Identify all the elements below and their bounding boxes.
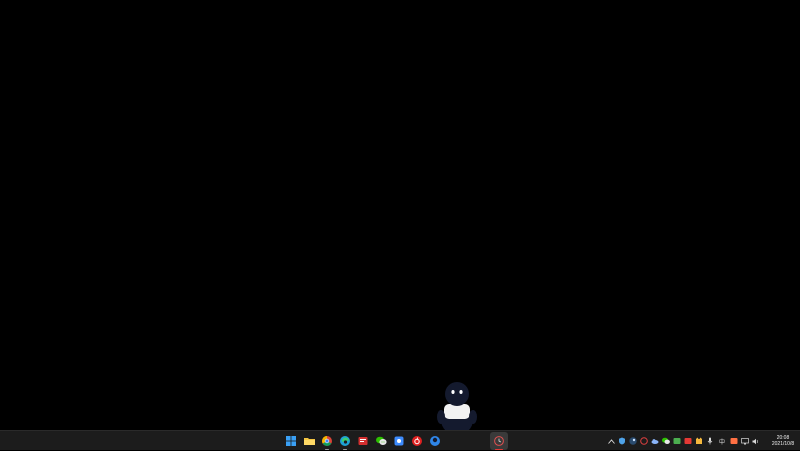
wechat-icon (375, 436, 387, 445)
system-tray: 中 20:08 2021/10/8 (607, 431, 800, 451)
netease-music-icon (412, 436, 422, 446)
file-explorer-button[interactable] (300, 432, 318, 450)
show-hidden-icons-chevron-up-icon[interactable] (607, 437, 616, 446)
tray-red-app-icon[interactable] (684, 437, 693, 446)
network-icon[interactable] (740, 437, 749, 446)
volume-icon[interactable] (751, 437, 760, 446)
start-button[interactable] (282, 432, 300, 450)
chrome-button[interactable] (318, 432, 336, 450)
folder-icon (303, 438, 315, 445)
clock[interactable]: 20:08 2021/10/8 (766, 435, 800, 447)
desktop[interactable] (0, 0, 800, 430)
tray-cloud-icon[interactable] (651, 437, 660, 446)
red-app-button[interactable] (354, 432, 372, 450)
tray-shield-icon[interactable] (618, 437, 627, 446)
input-method-indicator[interactable]: 中 (719, 437, 725, 446)
mascot-icon (430, 436, 440, 446)
clock-app-button[interactable] (490, 432, 508, 450)
blue-app-button[interactable] (390, 432, 408, 450)
tray-steam-icon[interactable] (629, 437, 638, 446)
wechat-button[interactable] (372, 432, 390, 450)
microphone-icon[interactable] (706, 437, 715, 446)
red-app-icon (358, 437, 368, 445)
tray-red-circle-icon[interactable] (640, 437, 649, 446)
chrome-icon (322, 436, 332, 446)
clock-app-icon (494, 436, 504, 446)
tray-cat-icon[interactable] (695, 437, 704, 446)
tray-wechat-icon[interactable] (662, 437, 671, 446)
taskbar-apps (282, 431, 508, 451)
clock-date: 2021/10/8 (771, 441, 795, 447)
mascot-app-button[interactable] (426, 432, 444, 450)
netease-music-button[interactable] (408, 432, 426, 450)
tray-green-icon[interactable] (673, 437, 682, 446)
windows-logo-icon (286, 436, 296, 446)
blue-app-icon (394, 436, 404, 446)
mascot-body (437, 382, 477, 436)
edge-button[interactable] (336, 432, 354, 450)
taskbar: 中 20:08 2021/10/8 (0, 430, 800, 450)
tray-app-badge-icon[interactable] (729, 437, 738, 446)
edge-icon (340, 436, 350, 446)
